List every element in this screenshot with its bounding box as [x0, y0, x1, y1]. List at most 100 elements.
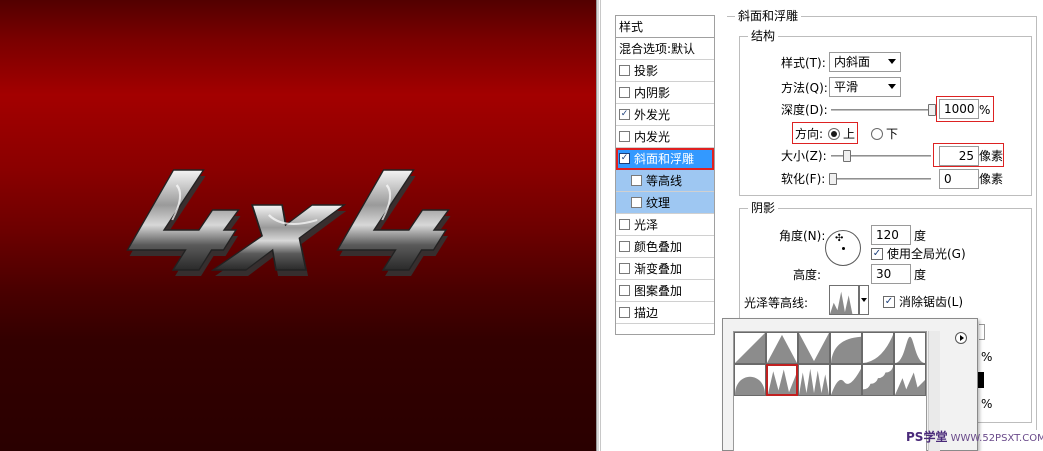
style-item-label: 内阴影	[634, 85, 671, 100]
angle-unit: 度	[914, 229, 927, 243]
technique-label: 方法(Q):	[781, 81, 828, 95]
angle-center-dot	[842, 247, 845, 250]
dropdown-arrow-icon	[888, 84, 896, 89]
style-item-bevel-emboss[interactable]: ✓ 斜面和浮雕	[616, 148, 714, 170]
altitude-label: 高度:	[793, 268, 822, 282]
checkbox[interactable]	[619, 241, 630, 252]
depth-label: 深度(D):	[781, 103, 828, 117]
chrome-4x4-logo-art	[100, 150, 490, 290]
style-item-label: 外发光	[634, 107, 671, 122]
soften-value: 0	[944, 172, 952, 186]
style-item-label: 光泽	[634, 217, 659, 232]
soften-slider[interactable]	[829, 173, 931, 185]
style-list-header[interactable]: 样式	[616, 16, 714, 38]
soften-unit: 像素	[979, 172, 1004, 186]
contour-preset-half-round[interactable]	[734, 364, 766, 396]
watermark-site: WWW.52PSXT.COM	[950, 433, 1043, 444]
direction-up-radio[interactable]	[828, 128, 840, 140]
style-item-gradient-overlay[interactable]: 渐变叠加	[616, 258, 714, 280]
style-item-pattern-overlay[interactable]: 图案叠加	[616, 280, 714, 302]
checkbox[interactable]	[619, 307, 630, 318]
style-list-panel: 样式 混合选项:默认 投影 内阴影 ✓ 外发光 内发光 ✓ 斜面和浮雕 等高线 纹理…	[615, 15, 715, 335]
depth-slider[interactable]	[831, 104, 936, 116]
direction-down-radio[interactable]	[871, 128, 883, 140]
contour-preset-cone-inverted[interactable]	[798, 332, 830, 364]
checkbox[interactable]	[631, 197, 642, 208]
contour-preset-ring[interactable]	[766, 364, 798, 396]
angle-dial[interactable]: ✣	[825, 230, 861, 266]
watermark: PS学堂 WWW.52PSXT.COM	[906, 428, 1043, 445]
depth-slider-thumb[interactable]	[928, 104, 936, 116]
checkbox[interactable]	[619, 65, 630, 76]
checkbox[interactable]	[619, 285, 630, 296]
bevel-emboss-title: 斜面和浮雕	[735, 9, 802, 23]
obscured-field[interactable]	[979, 324, 985, 340]
contour-preset-cone[interactable]	[766, 332, 798, 364]
gloss-contour-dropdown[interactable]	[859, 285, 869, 315]
soften-input[interactable]: 0	[939, 169, 979, 189]
layer-style-dialog: 样式 混合选项:默认 投影 内阴影 ✓ 外发光 内发光 ✓ 斜面和浮雕 等高线 纹理…	[600, 0, 1043, 451]
checkbox[interactable]	[619, 87, 630, 98]
dropdown-arrow-icon	[888, 59, 896, 64]
style-item-label: 斜面和浮雕	[634, 151, 695, 166]
style-label: 样式(T):	[781, 56, 826, 70]
obscured-percent-2: %	[981, 397, 993, 411]
angle-input[interactable]: 120	[871, 225, 911, 245]
size-input[interactable]: 25	[939, 146, 979, 166]
checkbox[interactable]	[619, 131, 630, 142]
contour-preset-sawtooth[interactable]	[894, 364, 926, 396]
contour-preset-cove-shallow[interactable]	[862, 332, 894, 364]
style-item-outer-glow[interactable]: ✓ 外发光	[616, 104, 714, 126]
contour-preset-rounded-steps[interactable]	[862, 364, 894, 396]
checkbox-checked[interactable]: ✓	[619, 153, 630, 164]
size-label: 大小(Z):	[781, 149, 827, 163]
size-unit: 像素	[979, 149, 1004, 163]
checkbox[interactable]	[619, 263, 630, 274]
style-item-inner-glow[interactable]: 内发光	[616, 126, 714, 148]
size-slider[interactable]	[831, 150, 931, 162]
depth-input[interactable]: 1000	[939, 99, 979, 119]
checkbox[interactable]	[631, 175, 642, 186]
style-item-label: 颜色叠加	[634, 239, 683, 254]
contour-preset-grid	[733, 331, 927, 451]
anti-alias-label[interactable]: 消除锯齿(L)	[899, 294, 963, 310]
bevel-style-select[interactable]: 内斜面	[829, 52, 901, 72]
soften-label: 软化(F):	[781, 172, 826, 186]
contour-picker-menu-icon[interactable]	[955, 332, 967, 344]
contour-preset-linear[interactable]	[734, 332, 766, 364]
style-item-label: 等高线	[646, 173, 683, 188]
style-item-stroke[interactable]: 描边	[616, 302, 714, 324]
style-item-satin[interactable]: 光泽	[616, 214, 714, 236]
global-light-label[interactable]: 使用全局光(G)	[887, 246, 966, 262]
checkbox-checked[interactable]: ✓	[619, 109, 630, 120]
contour-preset-cove-deep[interactable]	[830, 332, 862, 364]
shading-title: 阴影	[748, 201, 779, 215]
style-item-contour[interactable]: 等高线	[616, 170, 714, 192]
direction-down-label[interactable]: 下	[886, 126, 898, 142]
contour-preset-gaussian[interactable]	[894, 332, 926, 364]
style-item-drop-shadow[interactable]: 投影	[616, 60, 714, 82]
direction-up-label[interactable]: 上	[843, 126, 855, 142]
global-light-checkbox[interactable]: ✓	[871, 248, 883, 260]
contour-preset-ring-double[interactable]	[798, 364, 830, 396]
altitude-input[interactable]: 30	[871, 264, 911, 284]
anti-alias-checkbox[interactable]: ✓	[883, 296, 895, 308]
style-item-label: 描边	[634, 305, 659, 320]
gloss-contour-label: 光泽等高线:	[744, 296, 809, 310]
checkbox[interactable]	[619, 219, 630, 230]
soften-slider-thumb[interactable]	[829, 173, 837, 185]
contour-preset-rolling-slope[interactable]	[830, 364, 862, 396]
technique-select[interactable]: 平滑	[829, 77, 901, 97]
style-item-color-overlay[interactable]: 颜色叠加	[616, 236, 714, 258]
blend-options-item[interactable]: 混合选项:默认	[616, 38, 714, 60]
style-item-label: 图案叠加	[634, 283, 683, 298]
altitude-unit: 度	[914, 268, 927, 282]
style-item-texture[interactable]: 纹理	[616, 192, 714, 214]
watermark-brand: PS学堂	[906, 430, 948, 444]
gloss-contour-preview[interactable]	[829, 285, 859, 315]
shadow-color-swatch[interactable]	[978, 372, 984, 388]
size-slider-thumb[interactable]	[843, 150, 851, 162]
style-item-label: 渐变叠加	[634, 261, 683, 276]
style-item-inner-shadow[interactable]: 内阴影	[616, 82, 714, 104]
angle-label: 角度(N):	[779, 229, 826, 243]
